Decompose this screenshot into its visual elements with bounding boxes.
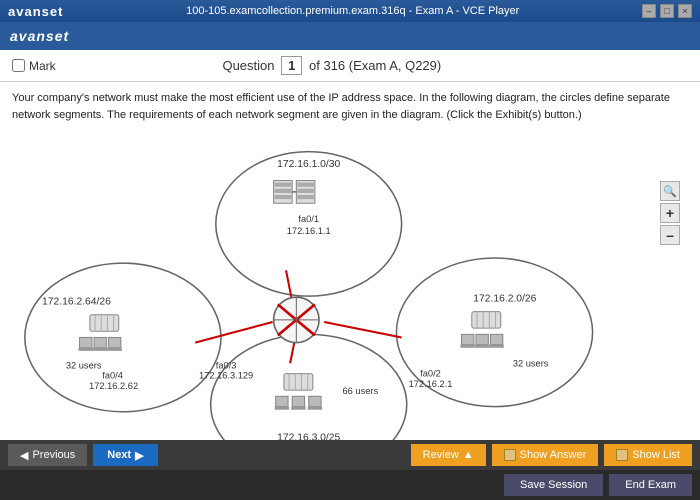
svg-text:172.16.2.62: 172.16.2.62 (89, 381, 138, 391)
previous-label: Previous (32, 449, 75, 461)
maximize-button[interactable]: □ (660, 4, 674, 18)
header-logo-set: set (46, 28, 69, 44)
show-answer-label: Show Answer (520, 449, 587, 461)
question-text: Your company's network must make the mos… (12, 90, 688, 123)
footer-bar: Save Session End Exam (0, 470, 700, 500)
window-controls: – □ × (642, 4, 692, 18)
show-list-button[interactable]: Show List (604, 444, 692, 466)
previous-button[interactable]: ◀ Previous (8, 444, 87, 466)
mark-checkbox-input[interactable] (12, 59, 25, 72)
end-exam-button[interactable]: End Exam (609, 474, 692, 496)
header-logo-area: avanset (10, 28, 69, 44)
svg-text:172.16.3.0/25: 172.16.3.0/25 (277, 433, 340, 440)
mark-label: Mark (29, 59, 56, 73)
svg-text:fa0/2: fa0/2 (420, 369, 441, 379)
question-label: Question (222, 58, 274, 73)
svg-text:fa0/3: fa0/3 (216, 360, 237, 370)
review-arrow-icon: ▲ (463, 449, 474, 461)
mark-checkbox-area[interactable]: Mark (12, 59, 56, 73)
title-bar: avanset 100-105.examcollection.premium.e… (0, 0, 700, 22)
svg-text:172.16.3.129: 172.16.3.129 (199, 371, 253, 381)
main-window: avanset Mark Question 1 of 316 (Exam A, … (0, 22, 700, 500)
next-label: Next (107, 449, 131, 461)
review-label: Review (423, 449, 459, 461)
next-button[interactable]: Next ▶ (93, 444, 157, 466)
header-logo-van: van (19, 28, 46, 44)
show-answer-button[interactable]: Show Answer (492, 444, 599, 466)
svg-text:172.16.1.1: 172.16.1.1 (287, 226, 331, 236)
show-list-checkbox-icon (616, 449, 628, 461)
header-logo: avanset (10, 28, 69, 44)
save-session-button[interactable]: Save Session (504, 474, 603, 496)
zoom-out-button[interactable]: – (660, 225, 680, 245)
network-diagram: 172.16.1.0/30 fa0/1 172.16.1.1 172.16.2 (12, 131, 688, 440)
show-list-label: Show List (632, 449, 680, 461)
svg-text:172.16.1.0/30: 172.16.1.0/30 (277, 159, 340, 170)
svg-text:172.16.2.64/26: 172.16.2.64/26 (42, 296, 111, 307)
svg-text:66 users: 66 users (343, 386, 379, 396)
zoom-search-icon[interactable]: 🔍 (660, 181, 680, 201)
svg-text:fa0/4: fa0/4 (102, 371, 123, 381)
logo-van-text: van (16, 4, 41, 19)
content-area: Your company's network must make the mos… (0, 82, 700, 440)
zoom-controls: 🔍 + – (660, 181, 680, 245)
bottom-toolbar: ◀ Previous Next ▶ Review ▲ Show Answer S… (0, 440, 700, 470)
question-total: of 316 (Exam A, Q229) (309, 58, 441, 73)
zoom-in-button[interactable]: + (660, 203, 680, 223)
question-text-content: Your company's network must make the mos… (12, 92, 670, 121)
svg-text:172.16.2.1: 172.16.2.1 (409, 379, 453, 389)
app-logo: avanset (8, 4, 63, 19)
minimize-button[interactable]: – (642, 4, 656, 18)
header-logo-a: a (10, 28, 19, 44)
next-arrow-icon: ▶ (135, 449, 143, 462)
svg-text:fa0/1: fa0/1 (298, 214, 319, 224)
logo-a-text: a (8, 4, 16, 19)
prev-arrow-icon: ◀ (20, 449, 28, 462)
question-info: Question 1 of 316 (Exam A, Q229) (56, 56, 608, 75)
window-title: 100-105.examcollection.premium.exam.316q… (186, 5, 519, 17)
svg-text:32 users: 32 users (513, 358, 549, 368)
question-number: 1 (281, 56, 302, 75)
logo-set-text: set (42, 4, 64, 19)
header-bar: avanset (0, 22, 700, 50)
question-bar: Mark Question 1 of 316 (Exam A, Q229) (0, 50, 700, 82)
close-button[interactable]: × (678, 4, 692, 18)
svg-text:32 users: 32 users (66, 360, 102, 370)
network-svg: 172.16.1.0/30 fa0/1 172.16.1.1 172.16.2 (12, 131, 688, 440)
review-button[interactable]: Review ▲ (411, 444, 486, 466)
svg-text:172.16.2.0/26: 172.16.2.0/26 (473, 293, 536, 304)
show-answer-checkbox-icon (504, 449, 516, 461)
